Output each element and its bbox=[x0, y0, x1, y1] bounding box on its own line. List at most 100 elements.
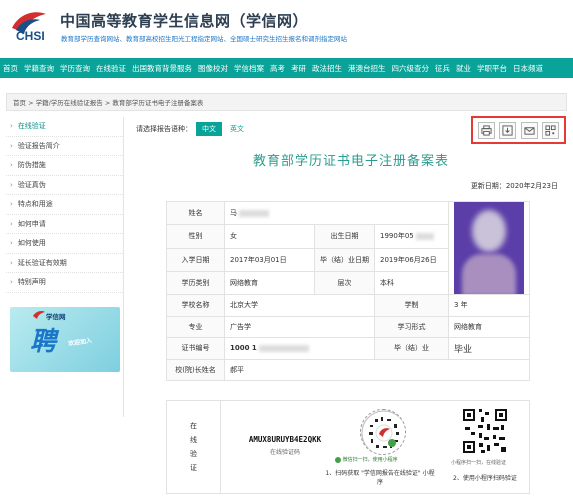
type-label: 学历类别 bbox=[166, 270, 225, 296]
verify-code-caption: 在线验证码 bbox=[269, 449, 300, 456]
download-button[interactable] bbox=[499, 121, 517, 139]
language-selector: 请选择报告语种： 中文 英文 bbox=[136, 122, 250, 136]
type-value: 网络教育 bbox=[224, 270, 315, 296]
sidebar-item-anti-fake[interactable]: › 防伪措施 bbox=[6, 156, 123, 176]
nav-item[interactable]: 日本频道 bbox=[510, 63, 546, 74]
sidebar-item-label: 验证报告简介 bbox=[17, 141, 60, 150]
chevron-right-icon: › bbox=[10, 180, 13, 189]
grad-label: 毕（结）业日期 bbox=[314, 247, 375, 272]
nav-item[interactable]: 征兵 bbox=[432, 63, 453, 74]
table-row: 姓名 马 bbox=[166, 200, 530, 295]
certificate-info-table: 姓名 马 性别 女 出生日期 1990年05 入学日期 2017年03月01日 … bbox=[166, 200, 530, 381]
qr-caption: 小程序扫一扫，在线验证 bbox=[451, 460, 507, 466]
nav-item[interactable]: 考研 bbox=[288, 63, 309, 74]
form-label: 学习形式 bbox=[374, 315, 449, 338]
nav-item[interactable]: 港澳台招生 bbox=[345, 63, 389, 74]
main-nav: 首页 学籍查询 学历查询 在线验证 出国教育背景服务 图像校对 学信档案 高考 … bbox=[0, 58, 573, 78]
chevron-right-icon: › bbox=[10, 219, 13, 228]
sidebar-item-statement[interactable]: › 特别声明 bbox=[6, 273, 123, 293]
site-title[interactable]: 中国高等教育学生信息网（学信网） bbox=[60, 10, 308, 31]
verify-code[interactable]: AMUX8URUYB4E2QKK bbox=[237, 435, 333, 444]
nav-item[interactable]: 学籍查询 bbox=[21, 63, 57, 74]
major-label: 专业 bbox=[166, 315, 225, 338]
qr-code-icon bbox=[461, 407, 509, 455]
site-header: CHSI 中国高等教育学生信息网（学信网） 教育部学历查询网站、教育部高校招生阳… bbox=[0, 0, 573, 56]
nav-item[interactable]: 就业 bbox=[453, 63, 474, 74]
photo-cell bbox=[448, 201, 530, 295]
nav-item[interactable]: 学历查询 bbox=[57, 63, 93, 74]
sidebar-item-label: 防伪措施 bbox=[17, 161, 46, 170]
redacted-text bbox=[415, 232, 434, 240]
nav-item[interactable]: 出国教育背景服务 bbox=[129, 63, 195, 74]
chevron-right-icon: › bbox=[10, 122, 13, 131]
banner-small-text: 欢迎加入 bbox=[67, 337, 93, 348]
recruit-banner[interactable]: 学信网 聘 欢迎加入 bbox=[10, 307, 120, 372]
nav-item[interactable]: 在线验证 bbox=[93, 63, 129, 74]
print-button[interactable] bbox=[478, 121, 496, 139]
sidebar-item-verify-authenticity[interactable]: › 验证真伪 bbox=[6, 176, 123, 195]
level-label: 层次 bbox=[314, 270, 375, 296]
system-label: 学制 bbox=[374, 294, 449, 317]
redacted-text bbox=[239, 209, 269, 217]
chevron-right-icon: › bbox=[10, 239, 13, 248]
nav-item[interactable]: 政法招生 bbox=[309, 63, 345, 74]
sidebar-item-label: 延长验证有效期 bbox=[17, 258, 67, 267]
step-1-text: 1、扫码获取 "学信网报告在线验证" 小程序 bbox=[325, 470, 435, 486]
download-icon bbox=[502, 124, 513, 136]
table-row: 专业 广告学 学习形式 网络教育 bbox=[166, 315, 530, 338]
nav-item[interactable]: 四六级查分 bbox=[389, 63, 433, 74]
sidebar-item-label: 特点和用途 bbox=[17, 200, 53, 209]
sidebar-item-how-to-use[interactable]: › 如何使用 bbox=[6, 234, 123, 254]
mini-program-code[interactable] bbox=[360, 409, 406, 455]
lang-option-en[interactable]: 英文 bbox=[224, 122, 250, 136]
name-label: 姓名 bbox=[166, 200, 225, 226]
mail-button[interactable] bbox=[520, 121, 538, 139]
cert-label: 证书编号 bbox=[166, 337, 225, 360]
enroll-label: 入学日期 bbox=[166, 247, 225, 272]
sidebar-item-how-to-apply[interactable]: › 如何申请 bbox=[6, 215, 123, 234]
update-value: 2020年2月23日 bbox=[505, 182, 558, 190]
sidebar-item-label: 在线验证 bbox=[17, 122, 46, 131]
sidebar-item-features[interactable]: › 特点和用途 bbox=[6, 195, 123, 215]
nav-item[interactable]: 高考 bbox=[267, 63, 288, 74]
wechat-icon bbox=[335, 456, 341, 463]
president-value: 郝平 bbox=[224, 358, 530, 381]
result-value: 毕业 bbox=[448, 337, 530, 360]
redacted-text bbox=[258, 344, 309, 352]
level-value: 本科 bbox=[374, 270, 449, 296]
president-label: 校(院)长姓名 bbox=[166, 358, 225, 381]
major-value: 广告学 bbox=[224, 315, 375, 338]
site-subtitle: 教育部学历查询网站、教育部高校招生阳光工程指定网站、全国硕士研究生招生报名和调剂… bbox=[61, 35, 347, 43]
birth-value: 1990年05 bbox=[374, 224, 449, 249]
student-photo bbox=[454, 202, 524, 294]
sidebar-item-online-verify[interactable]: › 在线验证 bbox=[6, 117, 123, 137]
update-date: 更新日期：2020年2月23日 bbox=[471, 181, 558, 191]
verify-qr-code[interactable] bbox=[461, 407, 509, 455]
table-row: 证书编号 1000 1 毕（结）业 毕业 bbox=[166, 337, 530, 360]
mail-icon bbox=[524, 126, 535, 135]
qr-share-button[interactable] bbox=[541, 121, 559, 139]
cert-value: 1000 1 bbox=[224, 337, 375, 360]
gender-value: 女 bbox=[224, 224, 315, 249]
breadcrumb[interactable]: 首页 > 学籍/学历在线验证报告 > 教育部学历证书电子注册备案表 bbox=[6, 93, 567, 111]
chevron-right-icon: › bbox=[10, 200, 13, 209]
chevron-right-icon: › bbox=[10, 258, 13, 267]
form-value: 网络教育 bbox=[448, 315, 530, 338]
sidebar-item-report-intro[interactable]: › 验证报告简介 bbox=[6, 137, 123, 156]
nav-item[interactable]: 图像校对 bbox=[195, 63, 231, 74]
school-value: 北京大学 bbox=[224, 294, 375, 317]
result-label: 毕（结）业 bbox=[374, 337, 449, 360]
lang-option-zh[interactable]: 中文 bbox=[196, 122, 222, 136]
table-row: 校(院)长姓名 郝平 bbox=[166, 358, 530, 381]
sidebar-item-extend-validity[interactable]: › 延长验证有效期 bbox=[6, 254, 123, 273]
nav-item[interactable]: 学信档案 bbox=[231, 63, 267, 74]
sidebar-item-label: 特别声明 bbox=[17, 278, 46, 287]
system-value: 3 年 bbox=[448, 294, 530, 317]
nav-item[interactable]: 学职平台 bbox=[474, 63, 510, 74]
nav-item[interactable]: 首页 bbox=[0, 63, 21, 74]
mini-program-caption: 微信扫一扫，使用小程序 bbox=[335, 456, 398, 463]
mini-program-qr-icon bbox=[361, 410, 405, 454]
sidebar-item-label: 如何申请 bbox=[17, 219, 46, 228]
gender-label: 性别 bbox=[166, 224, 225, 249]
grad-value: 2019年06月26日 bbox=[374, 247, 449, 272]
